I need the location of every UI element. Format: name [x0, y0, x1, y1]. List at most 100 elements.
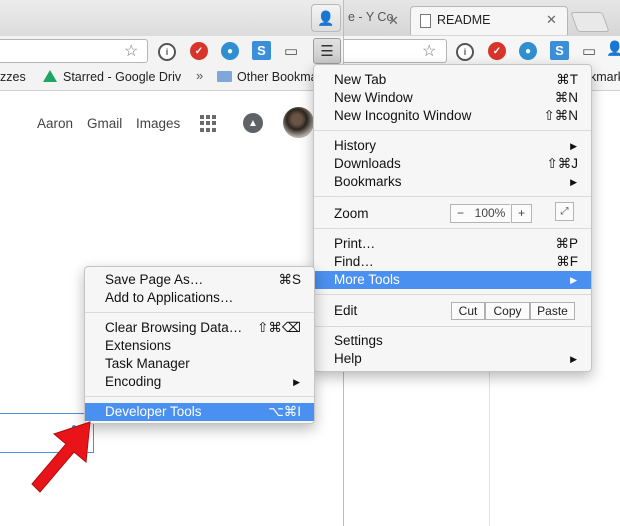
menu-item-add-to-applications[interactable]: Add to Applications… [85, 289, 314, 307]
bookmark-star-icon[interactable]: ☆ [422, 41, 436, 61]
menu-item-help[interactable]: Help ▶ [314, 350, 591, 368]
zoom-out-button[interactable]: − [450, 204, 471, 223]
menu-separator [314, 294, 591, 295]
menu-item-shortcut: ⌘F [556, 254, 578, 269]
fullscreen-icon[interactable]: ⤢ [555, 202, 574, 221]
submenu-arrow-icon: ▶ [570, 177, 577, 187]
tab-inactive[interactable]: e - Y Co [344, 10, 412, 34]
copy-button[interactable]: Copy [485, 302, 530, 320]
gmail-link[interactable]: Gmail [87, 116, 122, 131]
ublock-extension-icon[interactable]: ✓ [190, 42, 208, 60]
menu-item-label: Downloads [334, 156, 401, 171]
menu-item-shortcut: ⌥⌘I [268, 404, 301, 419]
menu-item-bookmarks[interactable]: Bookmarks ▶ [314, 173, 591, 191]
menu-item-downloads[interactable]: Downloads ⇧⌘J [314, 155, 591, 173]
menu-item-shortcut: ⌘N [554, 90, 578, 105]
menu-item-label: More Tools [334, 272, 400, 287]
cut-button[interactable]: Cut [451, 302, 485, 320]
info-extension-icon[interactable]: i [158, 43, 176, 61]
menu-item-label: Save Page As… [105, 272, 204, 287]
menu-item-shortcut: ⇧⌘J [546, 156, 578, 171]
menu-item-shortcut: ⌘S [278, 272, 301, 287]
menu-separator [314, 326, 591, 327]
menu-item-label: Settings [334, 333, 383, 348]
zoom-in-button[interactable]: + [511, 204, 532, 223]
menu-item-shortcut: ⌘T [556, 72, 578, 87]
notifications-bell-icon[interactable]: ▲ [243, 113, 263, 133]
bookmark-item[interactable]: zzes [0, 70, 26, 84]
submenu-arrow-icon: ▶ [570, 275, 577, 285]
folder-icon [217, 71, 232, 82]
avatar[interactable] [283, 107, 314, 138]
tab-close-icon[interactable]: ✕ [388, 13, 399, 29]
menu-item-shortcut: ⌘P [555, 236, 578, 251]
bookmark-star-icon[interactable]: ☆ [124, 41, 138, 61]
menu-item-label: Find… [334, 254, 374, 269]
document-icon [420, 14, 431, 28]
globe-extension-icon[interactable]: ● [221, 42, 239, 60]
paste-button[interactable]: Paste [530, 302, 575, 320]
globe-extension-icon[interactable]: ● [519, 42, 537, 60]
menu-item-developer-tools[interactable]: Developer Tools ⌥⌘I [85, 403, 314, 421]
menu-item-label: New Incognito Window [334, 108, 472, 123]
cast-icon[interactable]: ▭ [284, 42, 298, 60]
menu-item-label: Edit [334, 303, 358, 318]
menu-item-label: Extensions [105, 338, 172, 353]
bookmarks-overflow-chevron[interactable]: » [196, 68, 203, 83]
menu-item-shortcut: ⇧⌘⌫ [257, 320, 301, 335]
tab-close-icon[interactable]: ✕ [546, 12, 557, 28]
info-extension-icon[interactable]: i [456, 43, 474, 61]
menu-item-label: History [334, 138, 377, 153]
menu-item-label: Developer Tools [105, 404, 202, 419]
menu-item-new-window[interactable]: New Window ⌘N [314, 89, 591, 107]
profile-icon[interactable]: 👤 [311, 4, 341, 32]
menu-item-label: Task Manager [105, 356, 190, 371]
menu-item-more-tools[interactable]: More Tools ▶ [314, 271, 591, 289]
profile-icon[interactable]: 👤 [606, 40, 620, 57]
menu-item-shortcut: ⇧⌘N [543, 108, 578, 123]
ublock-extension-icon[interactable]: ✓ [488, 42, 506, 60]
tab-title: README [437, 13, 491, 27]
google-user-link[interactable]: Aaron [37, 116, 73, 131]
submenu-arrow-icon: ▶ [570, 141, 577, 151]
menu-item-label: Add to Applications… [105, 290, 234, 305]
menu-separator [85, 312, 314, 313]
menu-item-task-manager[interactable]: Task Manager [85, 355, 314, 373]
menu-item-label: Bookmarks [334, 174, 402, 189]
left-titlebar [0, 0, 343, 37]
menu-item-label: New Tab [334, 72, 387, 87]
menu-item-new-incognito-window[interactable]: New Incognito Window ⇧⌘N [314, 107, 591, 125]
menu-item-label: New Window [334, 90, 413, 105]
menu-item-history[interactable]: History ▶ [314, 137, 591, 155]
zoom-level: 100% [470, 204, 510, 223]
cast-icon[interactable]: ▭ [582, 42, 596, 60]
menu-item-label: Print… [334, 236, 376, 251]
menu-item-save-page-as[interactable]: Save Page As… ⌘S [85, 271, 314, 289]
menu-item-label: Zoom [334, 206, 369, 221]
menu-item-find[interactable]: Find… ⌘F [314, 253, 591, 271]
bookmark-starred-google-drive[interactable]: Starred - Google Driv [63, 70, 181, 84]
s-extension-icon[interactable]: S [550, 41, 569, 60]
google-drive-icon [43, 70, 57, 82]
images-link[interactable]: Images [136, 116, 180, 131]
chrome-menu-button[interactable]: ☰ [313, 38, 341, 64]
apps-grid-icon[interactable] [200, 115, 217, 132]
menu-item-clear-browsing-data[interactable]: Clear Browsing Data… ⇧⌘⌫ [85, 319, 314, 337]
menu-item-print[interactable]: Print… ⌘P [314, 235, 591, 253]
other-bookmarks[interactable]: Other Bookmar [237, 70, 322, 84]
menu-item-extensions[interactable]: Extensions [85, 337, 314, 355]
menu-item-label: Encoding [105, 374, 162, 389]
new-tab-button[interactable] [570, 12, 610, 32]
menu-item-new-tab[interactable]: New Tab ⌘T [314, 71, 591, 89]
menu-item-settings[interactable]: Settings [314, 332, 591, 350]
submenu-arrow-icon: ▶ [570, 354, 577, 364]
red-arrow-icon [31, 421, 91, 493]
s-extension-icon[interactable]: S [252, 41, 271, 60]
menu-item-label: Clear Browsing Data… [105, 320, 243, 335]
menu-item-label: Help [334, 351, 362, 366]
submenu-arrow-icon: ▶ [293, 377, 300, 387]
menu-separator [314, 196, 591, 197]
menu-item-encoding[interactable]: Encoding ▶ [85, 373, 314, 391]
menu-separator [314, 130, 591, 131]
bookmark-item[interactable]: kmark [590, 70, 620, 84]
